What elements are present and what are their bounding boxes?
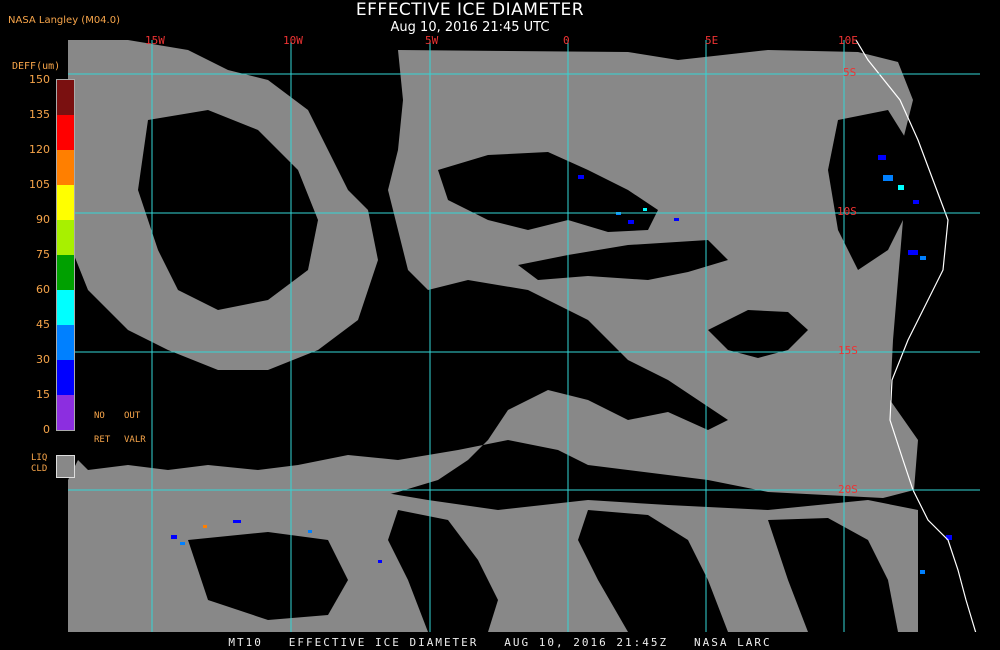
legend-color-bar [56, 79, 75, 431]
lon-label-10w: 10W [283, 34, 303, 47]
legend-tick-0: 0 [43, 423, 50, 436]
legend-swatch [57, 395, 74, 430]
legend-swatch [57, 80, 74, 115]
map-title: EFFECTIVE ICE DIAMETER [355, 0, 585, 20]
legend-out-valr-note: OUT VALR [124, 411, 146, 445]
legend-tick-120: 120 [29, 143, 50, 156]
legend-tick-15: 15 [36, 388, 50, 401]
legend-swatch [57, 115, 74, 150]
lat-label-5s: 5S [843, 66, 857, 79]
lat-label-20s: 20S [838, 483, 858, 496]
lon-label-5e: 5E [705, 34, 719, 47]
liquid-cloud-swatch [56, 455, 75, 478]
legend-tick-90: 90 [36, 213, 50, 226]
lon-label-15w: 15W [145, 34, 165, 47]
lat-label-15s: 15S [838, 344, 858, 357]
legend-no-ret-note: NO RET [94, 411, 111, 445]
lon-label-5w: 5W [425, 34, 439, 47]
legend-swatch [57, 360, 74, 395]
legend-swatch [57, 220, 74, 255]
map-subtitle: Aug 10, 2016 21:45 UTC [390, 20, 550, 35]
org-label: NASA Langley (M04.0) [8, 15, 120, 26]
legend-swatch [57, 325, 74, 360]
legend-tick-60: 60 [36, 283, 50, 296]
lat-label-10s: 10S [837, 205, 857, 218]
lon-label-10e: 10E [838, 34, 858, 47]
legend-swatch [57, 150, 74, 185]
legend-tick-105: 105 [29, 178, 50, 191]
legend-tick-135: 135 [29, 108, 50, 121]
legend-liq-cld-label: LIQ CLD [31, 453, 48, 474]
legend-tick-75: 75 [36, 248, 50, 261]
legend-tick-30: 30 [36, 353, 50, 366]
legend-title: DEFF(um) [12, 61, 61, 72]
legend-swatch [57, 255, 74, 290]
legend-swatch [57, 185, 74, 220]
legend-tick-45: 45 [36, 318, 50, 331]
legend-swatch [57, 290, 74, 325]
footer-caption: MT10 EFFECTIVE ICE DIAMETER AUG 10, 2016… [228, 636, 772, 649]
cloud-map [68, 40, 980, 632]
legend-tick-150: 150 [29, 73, 50, 86]
lon-label-0: 0 [563, 34, 570, 47]
